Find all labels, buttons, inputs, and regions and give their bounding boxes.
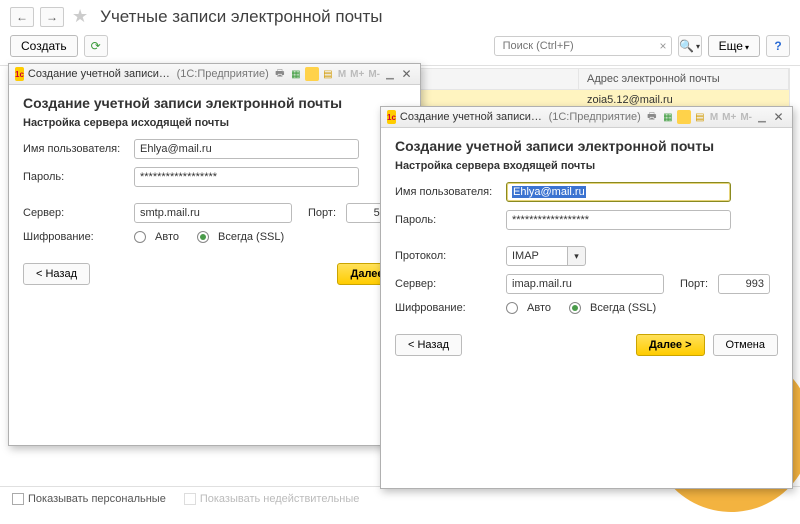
- dialog-subtitle: Настройка сервера входящей почты: [395, 160, 778, 172]
- label-port: Порт:: [680, 278, 708, 290]
- back-button[interactable]: < Назад: [395, 334, 462, 356]
- server-field[interactable]: smtp.mail.ru: [134, 203, 292, 223]
- favorite-star-icon[interactable]: ★: [72, 6, 88, 27]
- mem-mminus[interactable]: M-: [367, 69, 381, 80]
- mem-mplus[interactable]: M+: [721, 112, 737, 123]
- calendar-icon[interactable]: [305, 67, 319, 81]
- radio-ssl[interactable]: [569, 302, 581, 314]
- mem-m[interactable]: M: [709, 112, 719, 123]
- dialog-title-app: (1С:Предприятие): [549, 111, 641, 123]
- nav-forward-button[interactable]: →: [40, 7, 64, 27]
- dialog-title-app: (1С:Предприятие): [177, 68, 269, 80]
- search-input[interactable]: [501, 39, 649, 53]
- radio-auto-label: Авто: [527, 302, 551, 314]
- protocol-value[interactable]: IMAP: [506, 246, 568, 266]
- username-field[interactable]: Ehlya@mail.ru: [134, 139, 359, 159]
- calc-icon[interactable]: ▤: [321, 67, 335, 81]
- mem-mminus[interactable]: M-: [739, 112, 753, 123]
- dialog-titlebar[interactable]: 1c Создание учетной записи электронной п…: [9, 64, 420, 85]
- column-email: Адрес электронной почты: [579, 69, 789, 89]
- label-encryption: Шифрование:: [395, 302, 500, 314]
- dialog-title-text: Создание учетной записи электронной поч.…: [400, 111, 545, 123]
- mem-m[interactable]: M: [337, 69, 347, 80]
- dialog-subtitle: Настройка сервера исходящей почты: [23, 117, 406, 129]
- label-encryption: Шифрование:: [23, 231, 128, 243]
- label-password: Пароль:: [23, 171, 128, 183]
- refresh-icon[interactable]: ⟳: [84, 35, 108, 57]
- port-field[interactable]: 993: [718, 274, 770, 294]
- app-logo-icon: 1c: [15, 67, 24, 81]
- radio-auto[interactable]: [134, 231, 146, 243]
- print-icon[interactable]: 🖶: [273, 67, 287, 81]
- close-icon[interactable]: ✕: [399, 67, 414, 81]
- clear-search-icon[interactable]: ×: [660, 39, 667, 53]
- radio-ssl-label: Всегда (SSL): [218, 231, 284, 243]
- dialog-outgoing: 1c Создание учетной записи электронной п…: [8, 63, 421, 446]
- footer-bar: Показывать персональные Показывать недей…: [0, 486, 800, 511]
- next-button[interactable]: Далее >: [636, 334, 705, 356]
- app-logo-icon: 1c: [387, 110, 396, 124]
- grid-icon[interactable]: ▦: [661, 110, 675, 124]
- protocol-combo[interactable]: IMAP ▾: [506, 246, 586, 266]
- label-password: Пароль:: [395, 214, 500, 226]
- close-icon[interactable]: ✕: [771, 110, 786, 124]
- calendar-icon[interactable]: [677, 110, 691, 124]
- calc-icon[interactable]: ▤: [693, 110, 707, 124]
- username-field[interactable]: Ehlya@mail.ru: [506, 182, 731, 202]
- show-personal-checkbox[interactable]: Показывать персональные: [12, 493, 166, 505]
- grid-icon[interactable]: ▦: [289, 67, 303, 81]
- back-button[interactable]: < Назад: [23, 263, 90, 285]
- dialog-titlebar[interactable]: 1c Создание учетной записи электронной п…: [381, 107, 792, 128]
- server-field[interactable]: imap.mail.ru: [506, 274, 664, 294]
- minimize-icon[interactable]: ▁: [755, 110, 769, 124]
- dialog-incoming: 1c Создание учетной записи электронной п…: [380, 106, 793, 489]
- dialog-heading: Создание учетной записи электронной почт…: [395, 138, 778, 154]
- nav-back-button[interactable]: ←: [10, 7, 34, 27]
- create-button[interactable]: Создать: [10, 35, 78, 57]
- label-server: Сервер:: [23, 207, 128, 219]
- more-button[interactable]: Еще▾: [708, 35, 760, 57]
- radio-ssl[interactable]: [197, 231, 209, 243]
- page-title: Учетные записи электронной почты: [100, 7, 382, 27]
- label-server: Сервер:: [395, 278, 500, 290]
- minimize-icon[interactable]: ▁: [383, 67, 397, 81]
- cancel-button[interactable]: Отмена: [713, 334, 778, 356]
- radio-ssl-label: Всегда (SSL): [590, 302, 656, 314]
- help-button[interactable]: ?: [766, 35, 790, 57]
- password-field[interactable]: ******************: [134, 167, 359, 187]
- radio-auto-label: Авто: [155, 231, 179, 243]
- label-port: Порт:: [308, 207, 336, 219]
- show-inactive-checkbox[interactable]: Показывать недействительные: [184, 493, 360, 505]
- chevron-down-icon[interactable]: ▾: [568, 246, 586, 266]
- radio-auto[interactable]: [506, 302, 518, 314]
- search-input-wrapper[interactable]: ×: [494, 36, 672, 56]
- label-protocol: Протокол:: [395, 250, 500, 262]
- print-icon[interactable]: 🖶: [645, 110, 659, 124]
- label-username: Имя пользователя:: [395, 186, 500, 198]
- mem-mplus[interactable]: M+: [349, 69, 365, 80]
- dialog-heading: Создание учетной записи электронной почт…: [23, 95, 406, 111]
- label-username: Имя пользователя:: [23, 143, 128, 155]
- password-field[interactable]: ******************: [506, 210, 731, 230]
- search-button[interactable]: 🔍▾: [678, 35, 702, 57]
- dialog-title-text: Создание учетной записи электронной поч.…: [28, 68, 173, 80]
